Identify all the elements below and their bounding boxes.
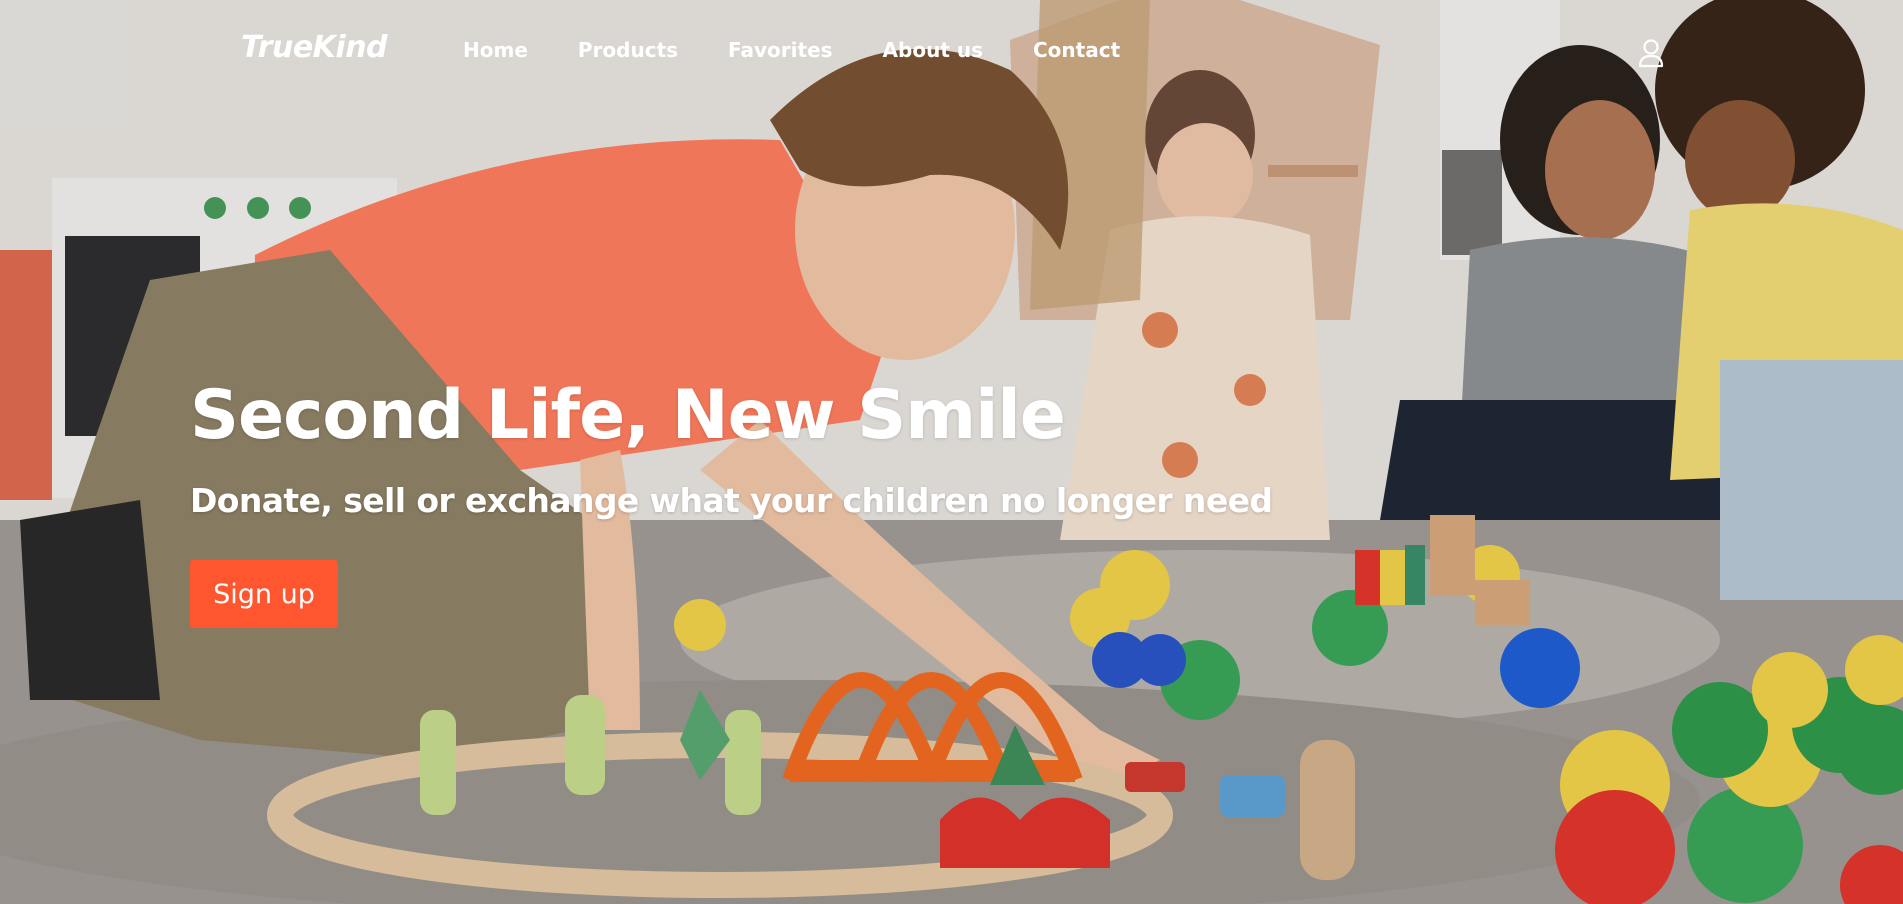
nav-item-products[interactable]: Products <box>578 38 678 62</box>
user-icon[interactable] <box>1638 38 1664 68</box>
brand-logo[interactable]: TrueKind <box>241 30 388 65</box>
nav-item-contact[interactable]: Contact <box>1033 38 1120 62</box>
main-menu: Home Products Favorites About us Contact <box>463 38 1170 62</box>
hero-headline: Second Life, New Smile <box>190 376 1066 455</box>
nav-item-favorites[interactable]: Favorites <box>728 38 833 62</box>
nav-item-about-us[interactable]: About us <box>883 38 983 62</box>
nav-item-home[interactable]: Home <box>463 38 528 62</box>
sign-up-button[interactable]: Sign up <box>190 560 338 628</box>
hero-subheadline: Donate, sell or exchange what your child… <box>190 481 1273 520</box>
hero-section: TrueKind Home Products Favorites About u… <box>0 0 1903 904</box>
top-navigation: TrueKind Home Products Favorites About u… <box>0 0 1903 104</box>
